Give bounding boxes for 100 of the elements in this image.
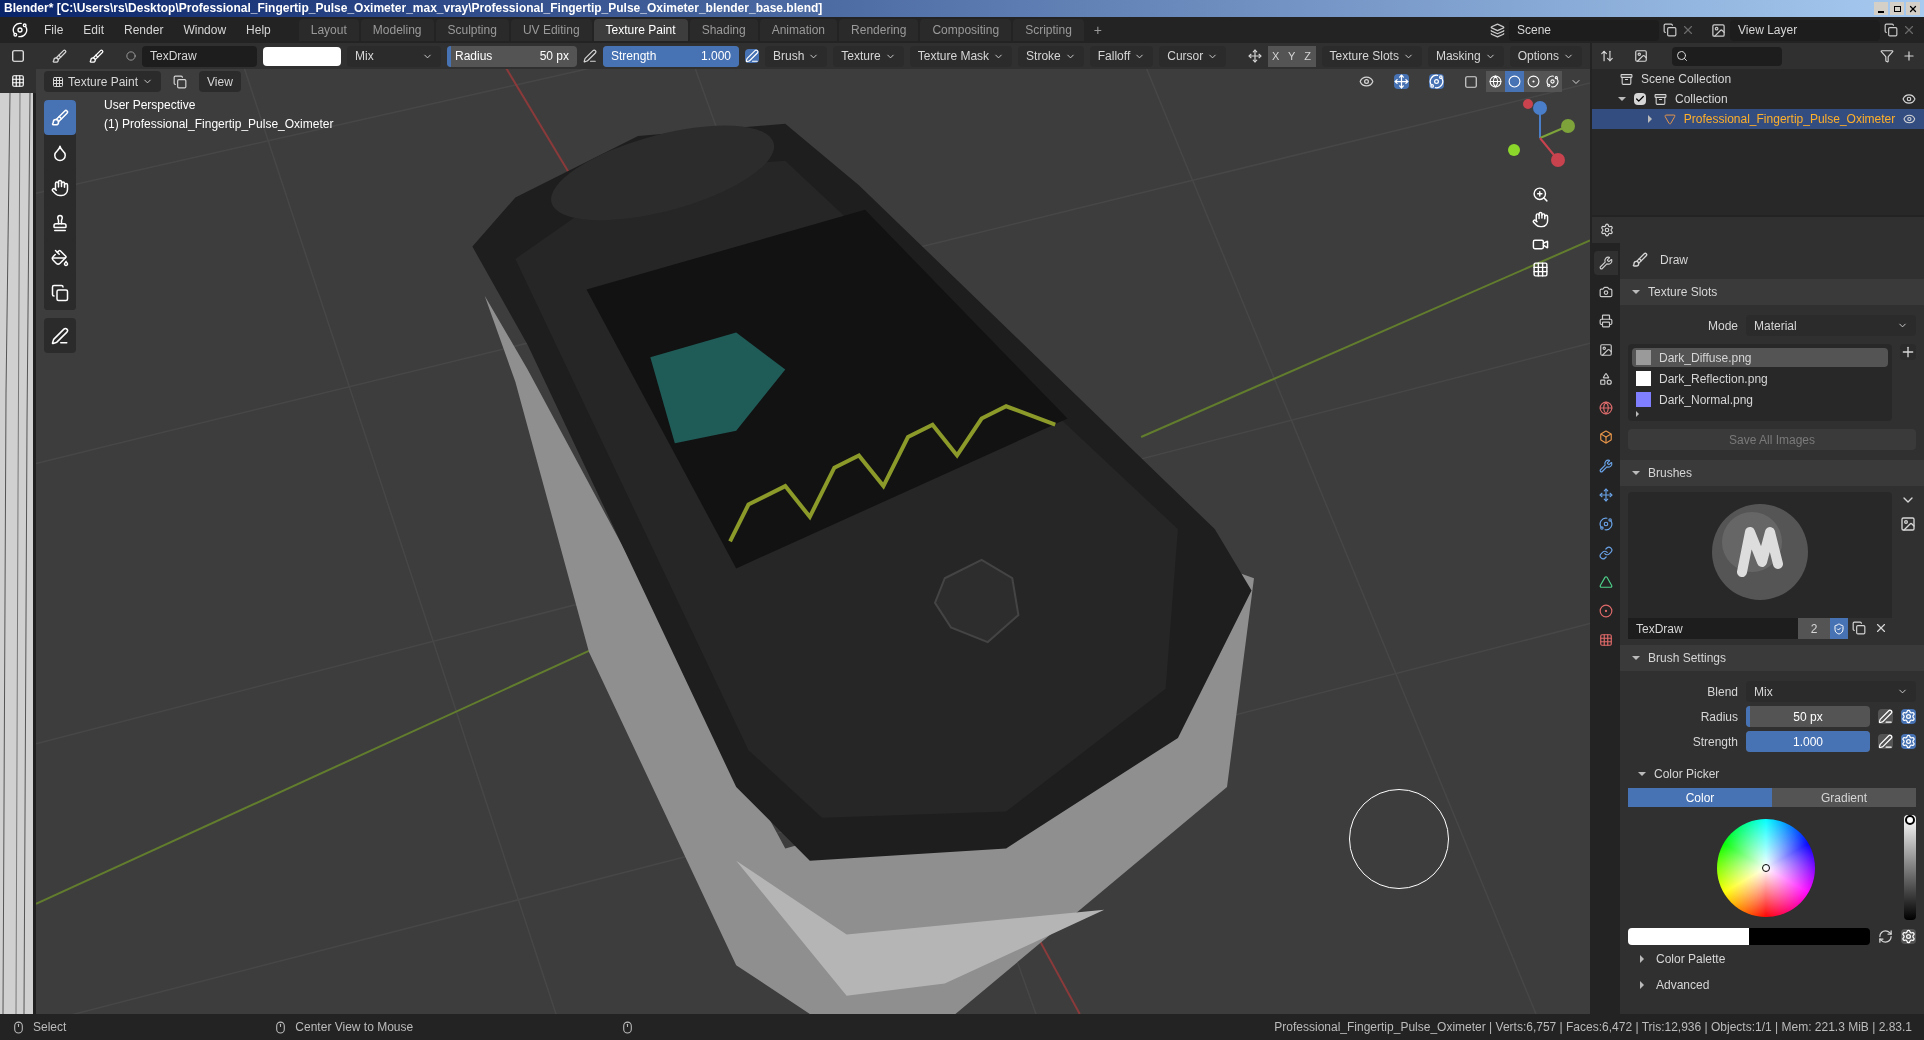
outliner-row[interactable]: Collection (1592, 89, 1924, 109)
brush-mode-icon[interactable] (52, 48, 67, 64)
tree-item[interactable]: Collection (1675, 90, 1894, 108)
menu-item[interactable]: Edit (75, 19, 113, 41)
close-icon[interactable] (1874, 621, 1888, 635)
workspace-tab[interactable]: Compositing (920, 19, 1012, 41)
menu-item[interactable]: Window (175, 19, 235, 41)
workspace-tab[interactable]: Animation (759, 19, 838, 41)
workspace-tab[interactable]: UV Editing (510, 19, 592, 41)
symmetry-icon[interactable] (1247, 49, 1262, 63)
panel-title[interactable]: Color Picker (1654, 765, 1720, 783)
tree-item[interactable]: Scene Collection (1641, 70, 1732, 88)
header-menu[interactable]: Falloff (1089, 45, 1154, 67)
zoom-icon[interactable] (1531, 186, 1549, 203)
header-menu[interactable]: Brush (765, 45, 828, 67)
workspace-tab[interactable]: Shading (689, 19, 758, 41)
header-menu[interactable]: Masking (1427, 45, 1504, 67)
checkbox[interactable] (1634, 93, 1646, 105)
minimize-button[interactable] (1874, 2, 1888, 15)
blend-dropdown[interactable]: Mix (347, 45, 441, 67)
panel-title[interactable]: Color Palette (1656, 950, 1726, 968)
scene-icon[interactable] (1490, 22, 1505, 38)
value-slider[interactable] (1904, 815, 1916, 920)
view-layer-field[interactable]: View Layer (1730, 19, 1880, 41)
texture-slot[interactable]: Dark_Reflection.png (1632, 369, 1888, 388)
overlay-toggle-icon[interactable] (1429, 74, 1444, 89)
brush-dot-icon[interactable] (126, 51, 136, 61)
checker-icon[interactable] (11, 73, 25, 88)
workspace-tab[interactable]: Texture Paint (593, 19, 688, 41)
wireframe-shading-icon[interactable] (1486, 71, 1505, 92)
header-menu[interactable]: Texture Slots (1321, 45, 1422, 67)
workspace-tab[interactable]: Layout (298, 19, 359, 41)
pressure-icon[interactable] (583, 49, 597, 63)
tool-button[interactable] (44, 318, 76, 353)
strength-slider[interactable]: 1.000 (1746, 731, 1870, 752)
grid-icon[interactable] (1531, 261, 1549, 278)
solid-shading-icon[interactable] (1505, 71, 1524, 92)
picker-tab[interactable]: Gradient (1772, 788, 1916, 807)
brush-name-field[interactable]: TexDraw (1628, 618, 1798, 639)
fake-user-toggle[interactable] (1830, 618, 1848, 639)
mask-icon[interactable] (173, 74, 188, 89)
tree-item[interactable]: Professional_Fingertip_Pulse_Oximeter (1683, 110, 1896, 128)
menu-item[interactable]: File (36, 19, 72, 41)
blend-dropdown[interactable]: Mix (1746, 681, 1916, 702)
image-icon[interactable] (1900, 516, 1916, 532)
radius-slider[interactable]: 50 px (1746, 706, 1870, 727)
users-count[interactable]: 2 (1798, 618, 1830, 639)
view-layer-icon[interactable] (1711, 22, 1726, 38)
brush-color-swatch[interactable] (263, 46, 341, 66)
brush-thumbnail-drawing[interactable] (1628, 492, 1892, 618)
header-menu[interactable]: Cursor (1159, 45, 1227, 67)
xray-icon[interactable] (1464, 74, 1478, 89)
header-menu[interactable]: Stroke (1018, 45, 1084, 67)
search-field[interactable] (1672, 46, 1782, 66)
workspace-tab[interactable]: Modeling (360, 19, 434, 41)
panel-title[interactable]: Brushes (1648, 464, 1693, 482)
add-workspace-button[interactable]: + (1085, 19, 1110, 41)
header-menu[interactable]: Texture Mask (909, 45, 1013, 67)
visibility-icon[interactable] (1359, 74, 1374, 89)
texture-slot[interactable]: Dark_Diffuse.png (1632, 348, 1888, 367)
rendered-shading-icon[interactable] (1543, 71, 1562, 92)
properties-tab[interactable] (1594, 251, 1618, 275)
eye-icon[interactable] (1903, 112, 1916, 126)
display-mode-icon[interactable] (1600, 49, 1614, 63)
panel-title[interactable]: Advanced (1656, 976, 1710, 994)
picker-tab[interactable]: Color (1628, 788, 1772, 807)
strength-slider[interactable]: Strength 1.000 (603, 45, 739, 67)
panel-title[interactable]: Brush Settings (1648, 649, 1727, 667)
panel-title[interactable]: Texture Slots (1648, 283, 1718, 301)
brush-name-field[interactable]: TexDraw (142, 45, 257, 67)
gizmo-toggle-icon[interactable] (1394, 74, 1409, 89)
editor-type-icon[interactable] (1600, 223, 1614, 237)
texture-slot[interactable]: Dark_Normal.png (1632, 390, 1888, 409)
restore-button[interactable] (1890, 2, 1904, 15)
brush-icon[interactable] (89, 48, 104, 64)
primary-color-swatch[interactable] (1628, 928, 1749, 945)
secondary-color-swatch[interactable] (1749, 928, 1870, 945)
close-button[interactable] (1906, 2, 1920, 15)
new-collection-icon[interactable] (1902, 49, 1916, 63)
view-menu[interactable]: View (199, 71, 241, 92)
mode-dropdown[interactable]: Material (1746, 315, 1916, 336)
duplicate-icon[interactable] (1663, 23, 1677, 37)
duplicate-icon[interactable] (1852, 621, 1866, 635)
add-slot-icon[interactable] (1900, 344, 1916, 360)
material-shading-icon[interactable] (1524, 71, 1543, 92)
axis-toggle[interactable]: X (1267, 45, 1284, 67)
workspace-tab[interactable]: Sculpting (435, 19, 509, 41)
swap-colors-icon[interactable] (1878, 929, 1893, 944)
hand-icon[interactable] (1531, 211, 1549, 228)
workspace-tab[interactable]: Scripting (1013, 19, 1084, 41)
app-logo-icon[interactable] (12, 22, 28, 38)
workspace-tab[interactable]: Rendering (839, 19, 919, 41)
mode-dropdown[interactable]: Texture Paint (44, 71, 162, 92)
scene-field[interactable]: Scene (1509, 19, 1659, 41)
value-handle[interactable] (1905, 815, 1915, 825)
eye-icon[interactable] (1902, 92, 1916, 106)
radius-slider[interactable]: Radius 50 px (447, 45, 577, 67)
outliner-row[interactable]: Professional_Fingertip_Pulse_Oximeter (1592, 109, 1924, 129)
header-menu[interactable]: Options (1509, 45, 1582, 67)
header-menu[interactable]: Texture (833, 45, 904, 67)
